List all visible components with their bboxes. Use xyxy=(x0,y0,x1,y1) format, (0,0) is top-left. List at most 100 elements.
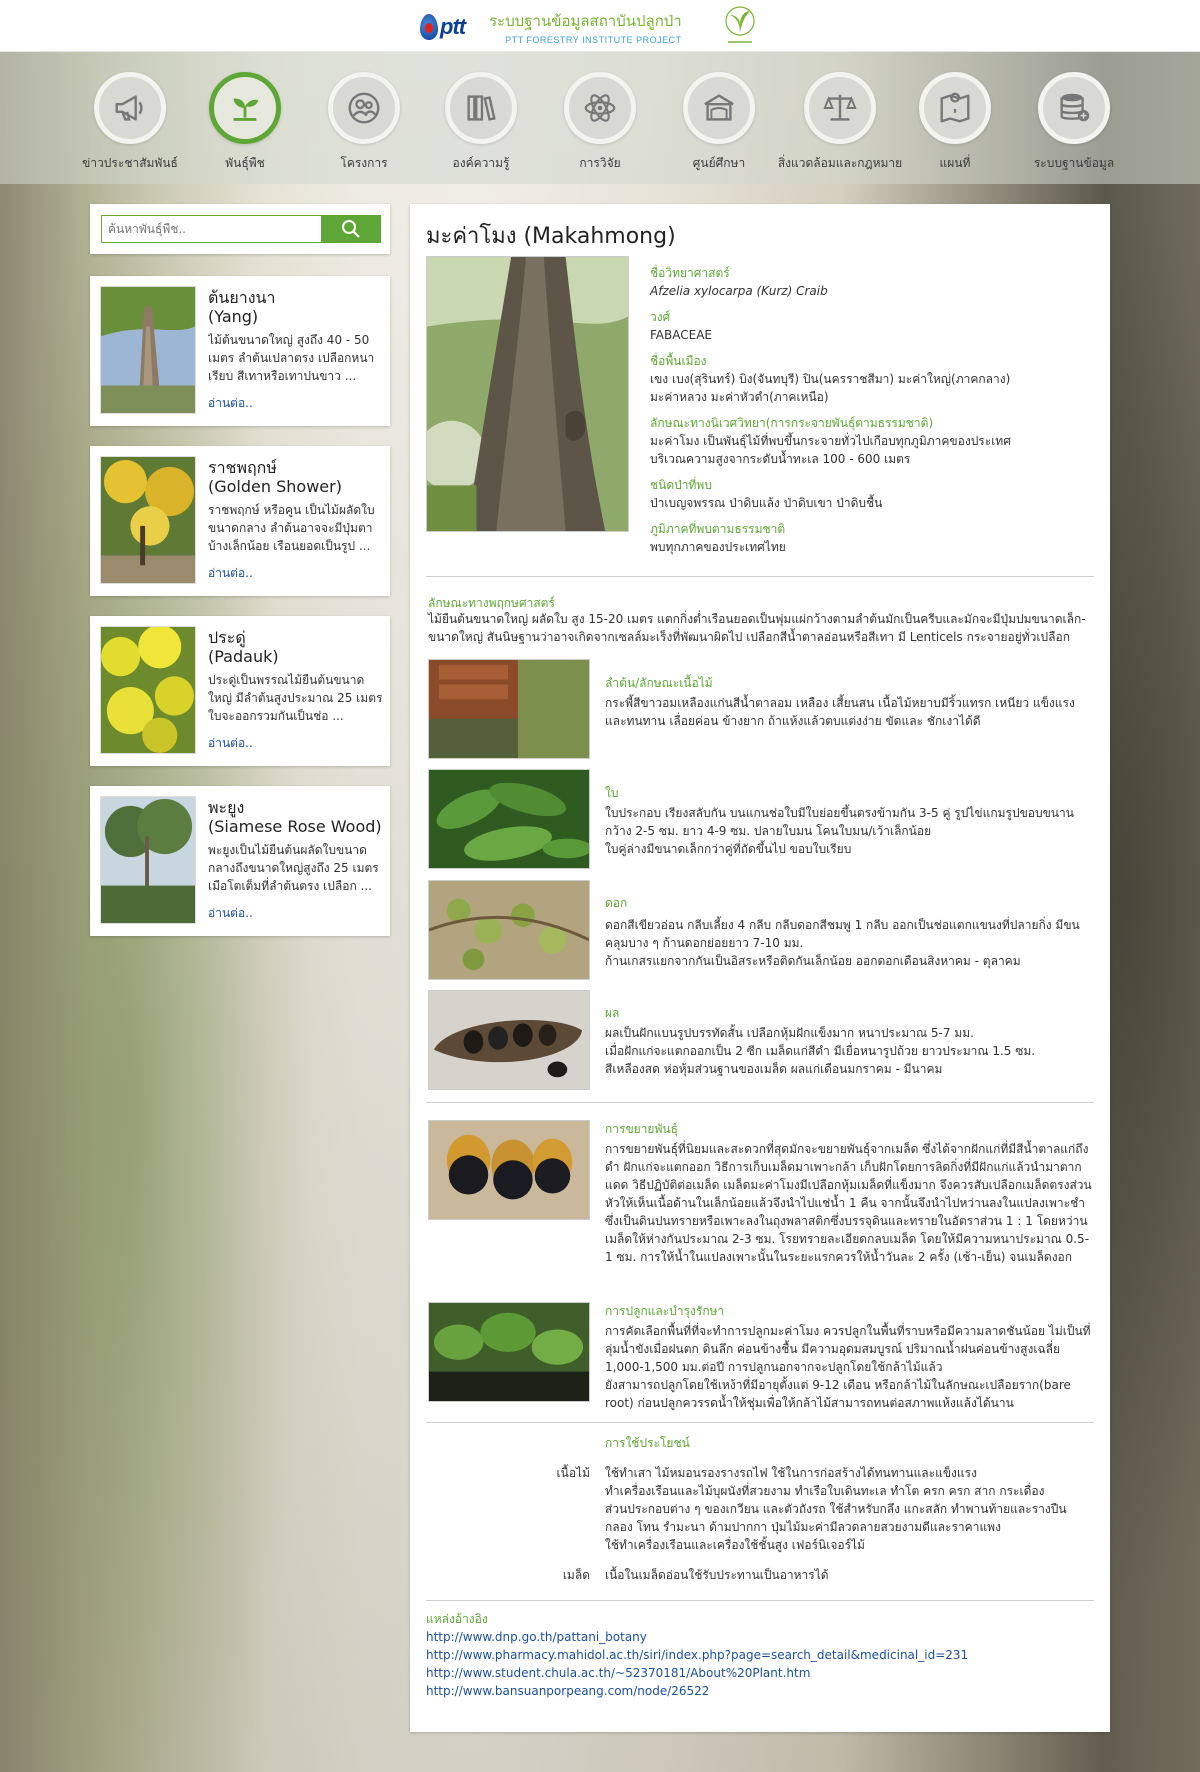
info-value: ป่าเบญจพรรณ ป่าดิบแล้ง ป่าดิบเขา ป่าดิบช… xyxy=(650,496,883,510)
nav-label: โครงการ xyxy=(340,156,388,170)
nav-item-projects[interactable]: โครงการ xyxy=(299,72,429,173)
wood-photo xyxy=(428,659,590,759)
read-more-link[interactable]: อ่านต่อ.. xyxy=(208,734,253,753)
part-text: กระพี้สีขาวอมเหลืองแก่นสีน้ำตาลอม เหลือง… xyxy=(605,696,1075,728)
main-nav: ข่าวประชาสัมพันธ์ พันธุ์พืช โครงการ องค์… xyxy=(0,52,1200,184)
card-desc: พะยูงเป็นไม้ยืนต้นผลัดใบขนาดกลางถึงขนาดใ… xyxy=(208,843,379,893)
info-label: ชนิดป่าที่พบ xyxy=(650,478,712,492)
nav-label: การวิจัย xyxy=(579,156,621,170)
card-title: ประดู่ (Padauk) xyxy=(208,628,279,666)
nav-item-environment-law[interactable]: สิ่งแวดล้อมและกฎหมาย xyxy=(775,72,905,173)
divider xyxy=(426,1102,1094,1103)
books-icon xyxy=(467,95,496,121)
propagation-text: การขยายพันธุ์ที่นิยมและสะดวกที่สุดมักจะข… xyxy=(605,1142,1092,1264)
part-label: ผล xyxy=(605,1006,620,1020)
nav-item-research[interactable]: การวิจัย xyxy=(535,72,665,173)
planting-text: การคัดเลือกพื้นที่ที่จะทำการปลูกมะค่าโมง… xyxy=(605,1324,1091,1410)
seedling-photo xyxy=(428,1302,590,1402)
read-more-link[interactable]: อ่านต่อ.. xyxy=(208,904,253,923)
nav-item-study-center[interactable]: ศูนย์ศึกษา xyxy=(654,72,784,173)
reference-link[interactable]: http://www.student.chula.ac.th/~52370181… xyxy=(426,1664,968,1682)
plant-card[interactable]: ประดู่ (Padauk) ประดู่เป็นพรรณไม้ยืนต้นข… xyxy=(90,616,390,766)
database-icon xyxy=(1060,93,1090,122)
plant-title: มะค่าโมง (Makahmong) xyxy=(426,224,676,249)
fruit-photo xyxy=(428,990,590,1090)
nav-label: องค์ความรู้ xyxy=(452,156,510,170)
search-input[interactable] xyxy=(101,215,321,243)
atom-icon xyxy=(584,94,616,122)
ptt-logo-icon xyxy=(420,14,438,40)
ptt-logo-text: ptt xyxy=(440,14,466,39)
part-label: ดอก xyxy=(605,896,628,910)
read-more-link[interactable]: อ่านต่อ.. xyxy=(208,564,253,583)
nav-circle xyxy=(564,72,636,144)
uses-label: การใช้ประโยชน์ xyxy=(605,1436,690,1450)
info-value: มะค่าโมง เป็นพันธุ์ไม้ที่พบขึ้นกระจายทั่… xyxy=(650,434,1011,466)
nav-circle xyxy=(328,72,400,144)
nav-item-plants[interactable]: พันธุ์พืช xyxy=(180,72,310,173)
card-title: ราชพฤกษ์ (Golden Shower) xyxy=(208,458,342,496)
flower-photo xyxy=(428,880,590,980)
card-desc: ไม้ต้นขนาดใหญ่ สูงถึง 40 - 50 เมตร ลำต้น… xyxy=(208,333,375,383)
seed-photo xyxy=(428,1120,590,1220)
nav-circle-active xyxy=(209,72,281,144)
nav-circle xyxy=(804,72,876,144)
reference-link[interactable]: http://www.dnp.go.th/pattani_botany xyxy=(426,1628,968,1646)
nav-label: แผนที่ xyxy=(939,156,971,170)
nav-item-news[interactable]: ข่าวประชาสัมพันธ์ xyxy=(65,72,195,173)
reference-link[interactable]: http://www.pharmacy.mahidol.ac.th/siri/i… xyxy=(426,1646,968,1664)
reference-link[interactable]: http://www.bansuanporpeang.com/node/2652… xyxy=(426,1682,968,1700)
nav-circle xyxy=(445,72,517,144)
nav-label: สิ่งแวดล้อมและกฎหมาย xyxy=(777,156,903,170)
plant-detail-panel: มะค่าโมง (Makahmong) ชื่อวิทยาศาสตร์ Afz… xyxy=(410,204,1110,1732)
info-value: FABACEAE xyxy=(650,328,712,342)
card-desc: ประดู่เป็นพรรณไม้ยืนต้นขนาดใหญ่ มีลำต้นส… xyxy=(208,673,383,723)
use-text: เนื้อในเมล็ดอ่อนใช้รับประทานเป็นอาหารได้ xyxy=(605,1568,829,1582)
sprout-icon xyxy=(233,98,259,121)
nav-item-map[interactable]: แผนที่ xyxy=(890,72,1020,173)
site-title-en: PTT FORESTRY INSTITUTE PROJECT xyxy=(505,35,682,45)
divider xyxy=(426,1422,1094,1423)
map-icon xyxy=(940,92,970,123)
references-label: แหล่งอ้างอิง xyxy=(426,1612,488,1626)
plant-card[interactable]: พะยูง (Siamese Rose Wood) พะยูงเป็นไม้ยื… xyxy=(90,786,390,936)
people-icon xyxy=(348,92,380,124)
nav-circle xyxy=(919,72,991,144)
golden-shower-photo xyxy=(100,456,196,584)
nav-item-database[interactable]: ระบบฐานข้อมูล xyxy=(1009,72,1139,173)
plant-card[interactable]: ต้นยางนา (Yang) ไม้ต้นขนาดใหญ่ สูงถึง 40… xyxy=(90,276,390,426)
siamese-rosewood-photo xyxy=(100,796,196,924)
info-label: ลักษณะทางนิเวศวิทยา(การกระจายพันธุ์ตามธร… xyxy=(650,416,934,430)
part-text: ผลเป็นฝักแบนรูปบรรทัดสั้น เปลือกหุ้มฝักแ… xyxy=(605,1026,1036,1076)
nav-label: ระบบฐานข้อมูล xyxy=(1033,156,1115,170)
info-value: พบทุกภาคของประเทศไทย xyxy=(650,540,786,554)
nav-circle xyxy=(1038,72,1110,144)
read-more-link[interactable]: อ่านต่อ.. xyxy=(208,394,253,413)
part-text: ใบประกอบ เรียงสลับกัน บนแกนช่อใบมีใบย่อย… xyxy=(605,806,1074,856)
brand[interactable]: ptt ระบบฐานข้อมูลสถาบันปลูกป่า PTT FORES… xyxy=(420,6,758,46)
part-label: ลำต้น/ลักษณะเนื้อไม้ xyxy=(605,676,713,690)
leaf-photo xyxy=(428,769,590,869)
references-list: http://www.dnp.go.th/pattani_botany http… xyxy=(426,1628,968,1700)
info-label: ภูมิภาคที่พบตามธรรมชาติ xyxy=(650,522,786,536)
nav-label: พันธุ์พืช xyxy=(225,156,265,170)
top-header: ptt ระบบฐานข้อมูลสถาบันปลูกป่า PTT FORES… xyxy=(0,0,1200,52)
use-text: ใช้ทำเสา ไม้หมอนรองรางรถไฟ ใช้ในการก่อสร… xyxy=(605,1466,1067,1552)
nav-item-knowledge[interactable]: องค์ความรู้ xyxy=(416,72,546,173)
card-title: พะยูง (Siamese Rose Wood) xyxy=(208,798,382,836)
search-icon xyxy=(342,220,360,238)
nav-circle xyxy=(683,72,755,144)
use-part-label: เมล็ด xyxy=(562,1568,590,1582)
info-value: เขง เบง(สุรินทร์) บิง(จันทบุรี) ปิน(นครร… xyxy=(650,372,1011,404)
botany-text: ไม้ยืนต้นขนาดใหญ่ ผลัดใบ สูง 15-20 เมตร … xyxy=(428,612,1086,644)
search-button[interactable] xyxy=(321,215,381,243)
divider xyxy=(426,576,1094,577)
plant-info: ชื่อวิทยาศาสตร์ Afzelia xylocarpa (Kurz)… xyxy=(650,264,1090,564)
card-desc: ราชพฤกษ์ หรือคูน เป็นไม้ผลัดใบขนาดกลาง ล… xyxy=(208,503,375,553)
info-label: วงศ์ xyxy=(650,310,671,324)
planting-label: การปลูกและบำรุงรักษา xyxy=(605,1304,725,1318)
propagation-label: การขยายพันธุ์ xyxy=(605,1122,678,1136)
yang-tree-photo xyxy=(100,286,196,414)
plant-card[interactable]: ราชพฤกษ์ (Golden Shower) ราชพฤกษ์ หรือคู… xyxy=(90,446,390,596)
makahmong-tree-photo xyxy=(426,256,629,532)
